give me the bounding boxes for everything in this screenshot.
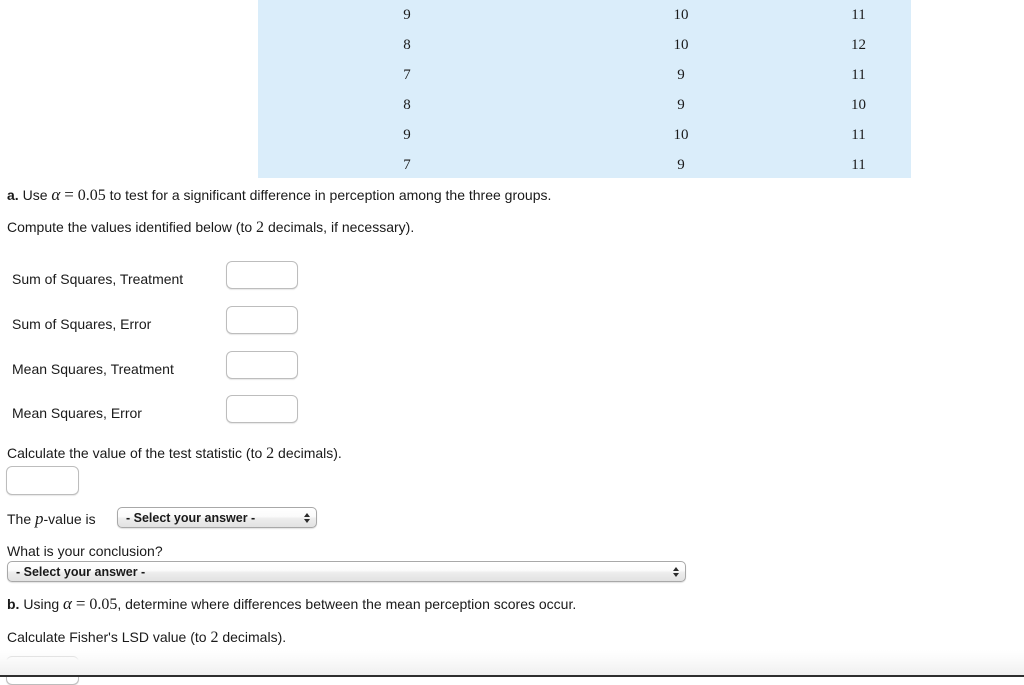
table-cell: 10 <box>851 97 866 113</box>
conclusion-select-text: - Select your answer - <box>16 564 146 579</box>
table-cell: 9 <box>403 7 411 23</box>
table-cell: 10 <box>673 37 689 53</box>
sum-of-squares-error-input[interactable] <box>226 306 298 334</box>
chevron-updown-icon <box>667 566 685 577</box>
test-statistic-prompt-pre: Calculate the value of the test statisti… <box>7 445 263 461</box>
p-value-label-post: -value is <box>43 511 96 527</box>
sum-of-squares-treatment-input[interactable] <box>226 261 298 289</box>
test-statistic-prompt: Calculate the value of the test statisti… <box>7 444 342 463</box>
mean-squares-error-label: Mean Squares, Error <box>12 405 142 421</box>
conclusion-question: What is your conclusion? <box>7 543 163 559</box>
p-value-select[interactable]: - Select your answer - <box>117 507 317 528</box>
data-table: 9 10 11 8 10 12 7 9 11 8 9 10 9 10 11 7 … <box>258 0 911 178</box>
part-b-prompt-post: , determine where differences between th… <box>117 596 577 612</box>
table-cell: 9 <box>677 157 685 173</box>
table-row: 7 9 11 <box>258 150 911 180</box>
part-b-prompt-pre: Using <box>23 596 60 612</box>
part-a-marker: a. <box>7 187 19 203</box>
table-cell: 11 <box>851 67 866 83</box>
fisher-lsd-decimals: 2 <box>210 629 219 646</box>
alpha-value: 0.05 <box>77 187 106 204</box>
compute-instruction: Compute the values identified below (to … <box>7 218 414 237</box>
table-cell: 9 <box>677 67 685 83</box>
sum-of-squares-error-label: Sum of Squares, Error <box>12 316 152 332</box>
alpha-value: 0.05 <box>89 596 118 613</box>
table-cell: 11 <box>851 127 866 143</box>
sum-of-squares-treatment-label: Sum of Squares, Treatment <box>12 271 184 287</box>
table-cell: 7 <box>403 157 411 173</box>
mean-squares-error-input[interactable] <box>226 395 298 423</box>
table-cell: 8 <box>403 97 411 113</box>
perception-scores-table: 9 10 11 8 10 12 7 9 11 8 9 10 9 10 11 7 … <box>258 0 911 180</box>
part-a-prompt-pre: Use <box>22 187 48 203</box>
test-statistic-input[interactable] <box>6 466 79 495</box>
p-value-label: The p-value is <box>7 510 96 528</box>
decimals-count: 2 <box>256 219 265 236</box>
mean-squares-treatment-input[interactable] <box>226 351 298 379</box>
fisher-lsd-prompt: Calculate Fisher's LSD value (to 2 decim… <box>7 628 286 647</box>
table-cell: 11 <box>851 157 866 173</box>
table-row: 9 10 11 <box>258 0 911 30</box>
p-value-select-text: - Select your answer - <box>126 510 256 525</box>
chevron-updown-icon <box>298 512 316 523</box>
table-cell: 10 <box>673 127 689 143</box>
table-body: 9 10 11 8 10 12 7 9 11 8 9 10 9 10 11 7 … <box>258 0 911 180</box>
table-cell: 7 <box>403 67 411 83</box>
equals-sign: = <box>64 185 74 204</box>
table-row: 7 9 11 <box>258 60 911 90</box>
table-cell: 12 <box>851 37 866 53</box>
table-cell: 9 <box>403 127 411 143</box>
alpha-symbol: α <box>51 185 61 204</box>
mean-squares-treatment-label: Mean Squares, Treatment <box>12 361 174 377</box>
table-cell: 8 <box>403 37 411 53</box>
compute-instruction-post: decimals, if necessary). <box>267 219 415 235</box>
part-a-prompt: a. Use α = 0.05 to test for a significan… <box>7 186 551 205</box>
table-row: 8 9 10 <box>258 90 911 120</box>
table-cell: 11 <box>851 7 866 23</box>
p-symbol: p <box>35 509 44 528</box>
table-row: 9 10 11 <box>258 120 911 150</box>
alpha-symbol: α <box>63 594 72 613</box>
part-b-marker: b. <box>7 596 20 612</box>
equals-sign: = <box>75 594 86 613</box>
table-cell: 9 <box>677 97 685 113</box>
part-a-prompt-post: to test for a significant difference in … <box>109 187 552 203</box>
conclusion-select[interactable]: - Select your answer - <box>7 561 686 582</box>
test-statistic-decimals: 2 <box>266 445 275 462</box>
table-row: 8 10 12 <box>258 30 911 60</box>
p-value-label-pre: The <box>7 511 32 527</box>
part-b-prompt: b. Using α = 0.05, determine where diffe… <box>7 595 576 614</box>
compute-instruction-pre: Compute the values identified below (to <box>7 219 253 235</box>
table-cell: 10 <box>673 7 689 23</box>
fisher-lsd-prompt-post: decimals). <box>222 629 287 645</box>
test-statistic-prompt-post: decimals). <box>278 445 342 461</box>
fisher-lsd-input[interactable] <box>6 656 79 685</box>
fisher-lsd-prompt-pre: Calculate Fisher's LSD value (to <box>7 629 207 645</box>
page-bottom-fade <box>0 650 1024 676</box>
